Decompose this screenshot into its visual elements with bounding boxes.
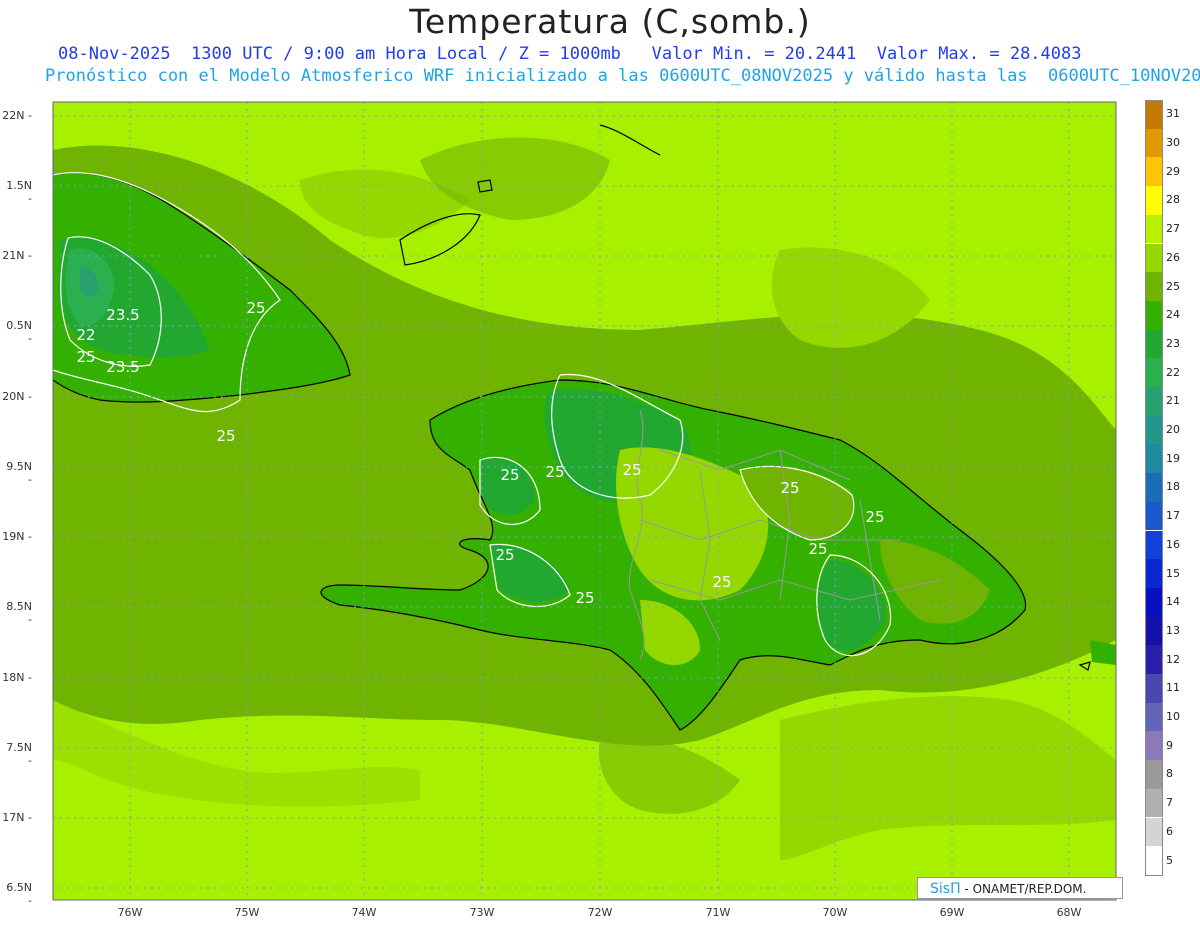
lon-label: 74W [351,906,377,919]
colorbar-label: 28 [1166,193,1180,207]
colorbar-swatch [1145,329,1163,359]
colorbar-swatch [1145,501,1163,531]
lat-label: 19N - [2,530,32,543]
colorbar-swatch [1145,616,1163,646]
sisp-logo: SisΠ [930,881,961,897]
colorbar-label: 7 [1166,796,1173,810]
contour-label: 25 [808,540,827,558]
lat-label: 9.5N - [6,460,32,486]
contour-label: 25 [780,479,799,497]
colorbar-label: 17 [1166,509,1180,523]
contour-label: 25 [495,546,514,564]
colorbar-swatch [1145,788,1163,818]
colorbar-label: 20 [1166,423,1180,437]
colorbar-swatch [1145,214,1163,244]
colorbar-swatch [1145,100,1163,130]
colorbar-swatch [1145,358,1163,387]
colorbar-label: 8 [1166,767,1173,781]
colorbar-swatch [1145,415,1163,445]
contour-label: 22 [76,326,95,344]
contour-label: 25 [575,589,594,607]
colorbar-label: 31 [1166,107,1180,121]
colorbar-label: 21 [1166,394,1180,408]
colorbar-label: 16 [1166,537,1180,551]
lon-label: 73W [469,906,495,919]
map-plot-area [53,102,1116,900]
lon-label: 70W [822,906,848,919]
colorbar-label: 13 [1166,623,1180,637]
colorbar-swatch [1145,702,1163,732]
colorbar-label: 10 [1166,710,1180,724]
contour-label: 25 [246,299,265,317]
colorbar-label: 12 [1166,652,1180,666]
contour-label: 25 [216,427,235,445]
lat-label: 8.5N - [6,600,32,626]
colorbar-swatch [1145,186,1163,215]
lat-label: 17N - [2,811,32,824]
contour-label: 25 [76,348,95,366]
colorbar-swatch [1145,157,1163,187]
lat-label: 20N - [2,390,32,403]
colorbar-label: 19 [1166,451,1180,465]
lat-label: 7.5N - [6,741,32,767]
colorbar-label: 29 [1166,164,1180,178]
contour-label: 23.5 [106,306,139,324]
lat-label: 0.5N - [6,319,32,345]
lon-label: 76W [117,906,143,919]
colorbar-swatch [1145,846,1163,876]
temperature-map: 25 23.5 22 25 23.5 25 25 25 25 25 25 25 25 25 25 [52,101,1117,901]
colorbar-swatch [1145,473,1163,502]
colorbar-label: 14 [1166,595,1180,609]
colorbar-label: 25 [1166,279,1180,293]
colorbar-swatch [1145,674,1163,703]
lat-label: 1.5N - [6,179,32,205]
colorbar-label: 22 [1166,365,1180,379]
lon-label: 69W [939,906,965,919]
lon-label: 71W [705,906,731,919]
colorbar-swatch [1145,444,1163,474]
contour-label: 25 [500,466,519,484]
colorbar-label: 30 [1166,136,1180,150]
contour-label: 25 [712,573,731,591]
colorbar-swatch [1145,300,1163,330]
contour-label: 25 [545,463,564,481]
colorbar-swatch [1145,387,1163,416]
lon-label: 75W [234,906,260,919]
contour-label: 25 [865,508,884,526]
credit-text: - ONAMET/REP.DOM. [960,882,1087,896]
colorbar-label: 23 [1166,336,1180,350]
colorbar-label: 6 [1166,824,1173,838]
colorbar-swatch [1145,530,1163,560]
colorbar-swatch [1145,760,1163,789]
colorbar-swatch [1145,587,1163,617]
lon-label: 68W [1056,906,1082,919]
colorbar-label: 18 [1166,480,1180,494]
colorbar-label: 9 [1166,738,1173,752]
colorbar-swatch [1145,128,1163,158]
colorbar-label: 27 [1166,222,1180,236]
colorbar-label: 11 [1166,681,1180,695]
lat-label: 22N - [2,109,32,122]
credit-box: SisΠ - ONAMET/REP.DOM. [917,877,1123,899]
contour-label: 23.5 [106,358,139,376]
colorbar-swatch [1145,731,1163,761]
colorbar-swatch [1145,272,1163,301]
colorbar-swatch [1145,645,1163,674]
lat-label: 21N - [2,249,32,262]
colorbar-swatch [1145,243,1163,273]
lat-label: 18N - [2,671,32,684]
colorbar-swatch [1145,817,1163,847]
lon-label: 72W [587,906,613,919]
colorbar-label: 15 [1166,566,1180,580]
contour-label: 25 [622,461,641,479]
colorbar-label: 26 [1166,250,1180,264]
lat-label: 6.5N - [6,881,32,907]
colorbar-label: 5 [1166,853,1173,867]
colorbar-label: 24 [1166,308,1180,322]
colorbar-swatch [1145,559,1163,588]
